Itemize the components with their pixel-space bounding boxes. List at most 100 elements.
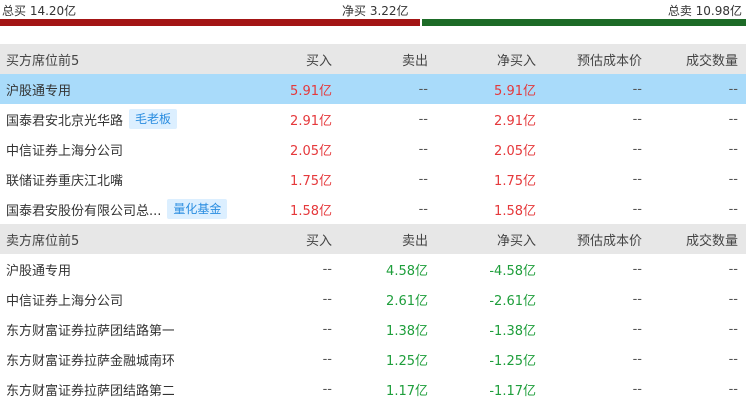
net-value: 1.58亿 bbox=[494, 203, 536, 219]
seat-name[interactable]: 沪股通专用 bbox=[6, 260, 71, 279]
seat-name-cell[interactable]: 沪股通专用 bbox=[0, 74, 256, 104]
net-value: 2.91亿 bbox=[494, 113, 536, 129]
column-header[interactable]: 净买入 bbox=[436, 44, 544, 74]
buy-ratio-segment bbox=[0, 19, 420, 26]
net-value: -4.58亿 bbox=[489, 263, 536, 279]
volume-value: -- bbox=[728, 351, 738, 367]
volume-value: -- bbox=[728, 111, 738, 127]
sell-value: -- bbox=[418, 111, 428, 127]
buy-value: 2.91亿 bbox=[290, 113, 332, 129]
seat-name-cell[interactable]: 东方财富证券拉萨团结路第二 bbox=[0, 374, 256, 400]
table-row[interactable]: 沪股通专用 -- 4.58亿 -4.58亿 -- -- bbox=[0, 254, 746, 284]
buy-value: 1.58亿 bbox=[290, 203, 332, 219]
volume-value: -- bbox=[650, 74, 746, 104]
volume-value: -- bbox=[728, 261, 738, 277]
sell-value: 1.17亿 bbox=[386, 383, 428, 399]
buy-value: 2.05亿 bbox=[290, 143, 332, 159]
buy-value: 1.75亿 bbox=[290, 173, 332, 189]
table-row[interactable]: 东方财富证券拉萨团结路第二 -- 1.17亿 -1.17亿 -- -- bbox=[0, 374, 746, 400]
buy-value: 5.91亿 bbox=[256, 74, 340, 104]
seat-name[interactable]: 国泰君安北京光华路 bbox=[6, 110, 123, 129]
trade-summary: 总买 14.20亿 净买 3.22亿 总卖 10.98亿 bbox=[0, 0, 746, 30]
sell-value: -- bbox=[418, 201, 428, 217]
cost-value: -- bbox=[544, 74, 650, 104]
table-row[interactable]: 中信证券上海分公司 2.05亿 -- 2.05亿 -- -- bbox=[0, 134, 746, 164]
net-value: -2.61亿 bbox=[489, 293, 536, 309]
table-row[interactable]: 国泰君安股份有限公司总... 量化基金 1.58亿 -- 1.58亿 -- -- bbox=[0, 194, 746, 224]
cost-value: -- bbox=[632, 291, 642, 307]
sell-value: -- bbox=[418, 171, 428, 187]
cost-value: -- bbox=[632, 351, 642, 367]
seat-name[interactable]: 东方财富证券拉萨团结路第二 bbox=[6, 380, 174, 399]
sell-ratio-segment bbox=[421, 19, 746, 26]
net-buy-label: 净买 3.22亿 bbox=[342, 4, 409, 18]
buy-value: -- bbox=[322, 351, 332, 367]
seat-name-cell[interactable]: 联储证券重庆江北嘴 bbox=[0, 164, 256, 194]
column-header[interactable]: 净买入 bbox=[436, 224, 544, 254]
table-row[interactable]: 沪股通专用 5.91亿 -- 5.91亿 -- -- bbox=[0, 74, 746, 104]
section-title: 买方席位前5 bbox=[0, 44, 256, 74]
section-title: 卖方席位前5 bbox=[0, 224, 256, 254]
net-value: 1.75亿 bbox=[494, 173, 536, 189]
cost-value: -- bbox=[632, 261, 642, 277]
table-row[interactable]: 国泰君安北京光华路 毛老板 2.91亿 -- 2.91亿 -- -- bbox=[0, 104, 746, 134]
net-value: -1.17亿 bbox=[489, 383, 536, 399]
seat-name-cell[interactable]: 国泰君安北京光华路 毛老板 bbox=[0, 104, 256, 134]
cost-value: -- bbox=[632, 111, 642, 127]
column-header[interactable]: 买入 bbox=[256, 224, 340, 254]
seat-name-cell[interactable]: 东方财富证券拉萨金融城南环路 bbox=[0, 344, 256, 374]
seat-name[interactable]: 国泰君安股份有限公司总... bbox=[6, 200, 161, 219]
sell-value: -- bbox=[418, 141, 428, 157]
seat-name[interactable]: 东方财富证券拉萨团结路第一 bbox=[6, 320, 174, 339]
seat-name-cell[interactable]: 东方财富证券拉萨团结路第一 bbox=[0, 314, 256, 344]
seat-tag-badge[interactable]: 量化基金 bbox=[167, 199, 228, 219]
buy-value: -- bbox=[322, 291, 332, 307]
buy-value: -- bbox=[322, 321, 332, 337]
sell-value: -- bbox=[340, 74, 436, 104]
seat-name-cell[interactable]: 国泰君安股份有限公司总... 量化基金 bbox=[0, 194, 256, 224]
cost-value: -- bbox=[632, 141, 642, 157]
net-value: -1.38亿 bbox=[489, 323, 536, 339]
net-value: 5.91亿 bbox=[436, 74, 544, 104]
table-row[interactable]: 东方财富证券拉萨团结路第一 -- 1.38亿 -1.38亿 -- -- bbox=[0, 314, 746, 344]
column-header[interactable]: 买入 bbox=[256, 44, 340, 74]
volume-value: -- bbox=[728, 381, 738, 397]
column-header[interactable]: 预估成本价 bbox=[544, 44, 650, 74]
net-value: -1.25亿 bbox=[489, 353, 536, 369]
cost-value: -- bbox=[632, 381, 642, 397]
seat-name[interactable]: 东方财富证券拉萨金融城南环路 bbox=[6, 350, 174, 369]
sell-value: 1.25亿 bbox=[386, 353, 428, 369]
cost-value: -- bbox=[632, 201, 642, 217]
column-header[interactable]: 成交数量 bbox=[650, 44, 746, 74]
buy-sell-ratio-bar bbox=[0, 19, 746, 26]
sell-section-header: 卖方席位前5 买入 卖出 净买入 预估成本价 成交数量 bbox=[0, 224, 746, 254]
seat-name[interactable]: 联储证券重庆江北嘴 bbox=[6, 170, 123, 189]
total-buy-label: 总买 14.20亿 bbox=[2, 4, 77, 18]
sell-value: 4.58亿 bbox=[386, 263, 428, 279]
column-header[interactable]: 卖出 bbox=[340, 44, 436, 74]
seat-name-cell[interactable]: 中信证券上海分公司 bbox=[0, 284, 256, 314]
seat-table: 买方席位前5 买入 卖出 净买入 预估成本价 成交数量 沪股通专用 5.91亿 -- 5.91亿 -… bbox=[0, 44, 746, 400]
seat-name[interactable]: 中信证券上海分公司 bbox=[6, 290, 123, 309]
sell-value: 1.38亿 bbox=[386, 323, 428, 339]
volume-value: -- bbox=[728, 201, 738, 217]
volume-value: -- bbox=[728, 321, 738, 337]
column-header[interactable]: 成交数量 bbox=[650, 224, 746, 254]
table-row[interactable]: 联储证券重庆江北嘴 1.75亿 -- 1.75亿 -- -- bbox=[0, 164, 746, 194]
table-row[interactable]: 东方财富证券拉萨金融城南环路 -- 1.25亿 -1.25亿 -- -- bbox=[0, 344, 746, 374]
seat-tag-badge[interactable]: 毛老板 bbox=[129, 109, 178, 129]
cost-value: -- bbox=[632, 171, 642, 187]
sell-value: 2.61亿 bbox=[386, 293, 428, 309]
seat-name[interactable]: 沪股通专用 bbox=[6, 80, 71, 99]
buy-section-header: 买方席位前5 买入 卖出 净买入 预估成本价 成交数量 bbox=[0, 44, 746, 74]
seat-name-cell[interactable]: 中信证券上海分公司 bbox=[0, 134, 256, 164]
seat-name-cell[interactable]: 沪股通专用 bbox=[0, 254, 256, 284]
volume-value: -- bbox=[728, 141, 738, 157]
table-row[interactable]: 中信证券上海分公司 -- 2.61亿 -2.61亿 -- -- bbox=[0, 284, 746, 314]
volume-value: -- bbox=[728, 291, 738, 307]
buy-value: -- bbox=[322, 381, 332, 397]
seat-name[interactable]: 中信证券上海分公司 bbox=[6, 140, 123, 159]
column-header[interactable]: 预估成本价 bbox=[544, 224, 650, 254]
column-header[interactable]: 卖出 bbox=[340, 224, 436, 254]
net-value: 2.05亿 bbox=[494, 143, 536, 159]
